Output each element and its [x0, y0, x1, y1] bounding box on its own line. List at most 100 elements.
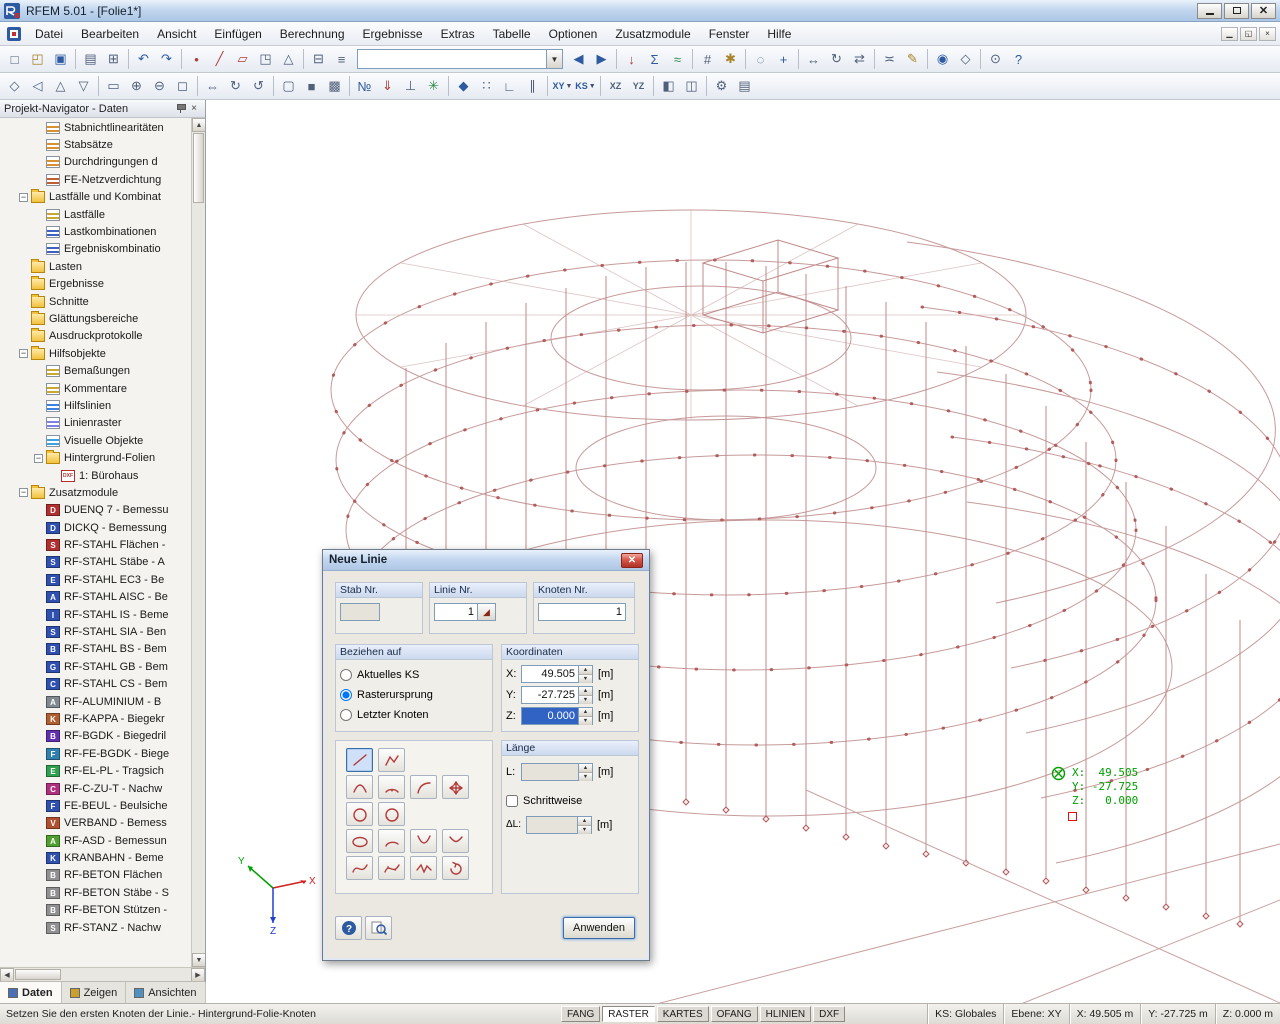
tree-horizontal-scrollbar[interactable]: ◀ ▶ — [0, 967, 205, 981]
spinner[interactable]: ▲▼ — [579, 707, 593, 725]
tree-item[interactable]: DXF1: Bürohaus — [0, 467, 191, 484]
line-type-arc-3-points-button[interactable] — [346, 775, 373, 799]
solid-display-button[interactable]: ■ — [300, 75, 323, 98]
line-type-polyline-button[interactable] — [378, 748, 405, 772]
minimize-button[interactable] — [1197, 3, 1222, 19]
plane-yz-button[interactable]: YZ — [627, 75, 650, 98]
coordinate-system-button[interactable]: KS▼ — [574, 75, 597, 98]
new-support-button[interactable]: △ — [277, 48, 300, 71]
coordinate-input[interactable] — [521, 707, 579, 725]
scroll-down-icon[interactable]: ▼ — [192, 953, 205, 967]
load-cases-button[interactable]: ↓ — [620, 48, 643, 71]
radio-input[interactable] — [340, 669, 352, 681]
scroll-thumb[interactable] — [193, 133, 204, 203]
line-type-closed-curve-button[interactable] — [442, 856, 469, 880]
tree-expander-icon[interactable]: − — [19, 193, 28, 202]
tree-item[interactable]: Schnitte — [0, 293, 191, 310]
tree-item[interactable]: Ergebniskombinatio — [0, 241, 191, 258]
line-type-nurbs-button[interactable] — [378, 856, 405, 880]
tree-item[interactable]: SRF-STAHL SIA - Ben — [0, 623, 191, 640]
radio-aktuelles-ks[interactable]: Aktuelles KS — [340, 665, 488, 685]
tree-item[interactable]: VVERBAND - Bemess — [0, 815, 191, 832]
menu-zusatzmodule[interactable]: Zusatzmodule — [606, 23, 699, 45]
grid-button[interactable]: ∷ — [475, 75, 498, 98]
user-views-button[interactable]: ◇ — [954, 48, 977, 71]
view-in-x-button[interactable]: ◁ — [26, 75, 49, 98]
menu-bearbeiten[interactable]: Bearbeiten — [72, 23, 148, 45]
menu-fenster[interactable]: Fenster — [700, 23, 759, 45]
copy-model-button[interactable]: ⊞ — [102, 48, 125, 71]
save-file-button[interactable]: ▣ — [49, 48, 72, 71]
tree-item[interactable]: FE-Netzverdichtung — [0, 171, 191, 188]
display-properties-button[interactable]: ▤ — [733, 75, 756, 98]
mdi-close-button[interactable]: × — [1259, 27, 1276, 41]
open-file-button[interactable]: ◰ — [26, 48, 49, 71]
tree-item[interactable]: Visuelle Objekte — [0, 432, 191, 449]
radio-letzter-knoten[interactable]: Letzter Knoten — [340, 705, 488, 725]
rotate-button[interactable]: ↻ — [825, 48, 848, 71]
toggle-hlinien[interactable]: HLINIEN — [760, 1006, 811, 1022]
tree-expander-icon[interactable]: − — [19, 349, 28, 358]
tree-item[interactable]: Lastkombinationen — [0, 223, 191, 240]
close-button[interactable]: ✕ — [1251, 3, 1276, 19]
tree-item[interactable]: SRF-STAHL Stäbe - A — [0, 554, 191, 571]
line-type-zigzag-button[interactable] — [410, 856, 437, 880]
spinner[interactable]: ▲▼ — [579, 686, 593, 704]
select-button[interactable]: ◌ — [749, 48, 772, 71]
view-in-z-button[interactable]: ▽ — [72, 75, 95, 98]
rotate-view-button[interactable]: ↻ — [224, 75, 247, 98]
view-isometric-button[interactable]: ◇ — [3, 75, 26, 98]
coordinate-input[interactable] — [521, 686, 579, 704]
previous-view-button[interactable]: ↺ — [247, 75, 270, 98]
tree-item[interactable]: Stabsätze — [0, 136, 191, 153]
tree-item[interactable]: ARF-STAHL AISC - Be — [0, 589, 191, 606]
redo-button[interactable]: ↷ — [155, 48, 178, 71]
dropdown-icon[interactable]: ▼ — [589, 83, 596, 90]
navigator-close-icon[interactable]: × — [187, 102, 201, 115]
new-node-button[interactable]: • — [185, 48, 208, 71]
tree-item[interactable]: KKRANBAHN - Beme — [0, 849, 191, 866]
spinner[interactable]: ▲▼ — [579, 665, 593, 683]
menu-tabelle[interactable]: Tabelle — [484, 23, 540, 45]
line-type-circle-button[interactable] — [346, 802, 373, 826]
line-type-arc-tangent-button[interactable] — [410, 775, 437, 799]
tree-expander-icon[interactable]: − — [34, 454, 43, 463]
help-button[interactable]: ? — [335, 916, 362, 940]
tree-item[interactable]: IRF-STAHL IS - Beme — [0, 606, 191, 623]
pin-icon[interactable] — [173, 102, 187, 115]
tree-item[interactable]: BRF-BETON Stäbe - S — [0, 884, 191, 901]
ortho-button[interactable]: ∟ — [498, 75, 521, 98]
clipping-button[interactable]: ◧ — [657, 75, 680, 98]
navigator-tab-zeigen[interactable]: Zeigen — [62, 982, 127, 1003]
tree-item[interactable]: DDUENQ 7 - Bemessu — [0, 502, 191, 519]
settings-button[interactable]: ⚙ — [710, 75, 733, 98]
coordinate-input[interactable] — [521, 665, 579, 683]
menu-ergebnisse[interactable]: Ergebnisse — [354, 23, 432, 45]
previous-selection-button[interactable]: ◀ — [567, 48, 590, 71]
new-opening-button[interactable]: ◳ — [254, 48, 277, 71]
radio-input[interactable] — [340, 689, 352, 701]
line-type-ellipse-arc-button[interactable] — [378, 829, 405, 853]
view-in-y-button[interactable]: △ — [49, 75, 72, 98]
tree-item[interactable]: −Lastfälle und Kombinat — [0, 189, 191, 206]
tree-item[interactable]: BRF-STAHL BS - Bem — [0, 641, 191, 658]
guidelines-button[interactable]: ∥ — [521, 75, 544, 98]
scroll-left-icon[interactable]: ◀ — [0, 968, 14, 982]
tree-item[interactable]: BRF-BETON Stützen - — [0, 902, 191, 919]
menu-datei[interactable]: Datei — [26, 23, 72, 45]
pick-line-icon[interactable]: ◢ — [478, 603, 496, 621]
linie-nr-input[interactable] — [434, 603, 478, 621]
line-type-spline-button[interactable] — [346, 856, 373, 880]
new-surface-button[interactable]: ▱ — [231, 48, 254, 71]
toggle-fang[interactable]: FANG — [561, 1006, 600, 1022]
scroll-up-icon[interactable]: ▲ — [192, 118, 205, 132]
work-plane-button[interactable]: XY▼ — [551, 75, 574, 98]
mdi-minimize-button[interactable]: ▁ — [1221, 27, 1238, 41]
navigator-toggle-button[interactable]: ≡ — [330, 48, 353, 71]
toggle-kartes[interactable]: KARTES — [657, 1006, 709, 1022]
menu-optionen[interactable]: Optionen — [540, 23, 607, 45]
mirror-button[interactable]: ⇄ — [848, 48, 871, 71]
section-button[interactable]: ◫ — [680, 75, 703, 98]
results-button[interactable]: ≈ — [666, 48, 689, 71]
tree-item[interactable]: −Hintergrund-Folien — [0, 449, 191, 466]
